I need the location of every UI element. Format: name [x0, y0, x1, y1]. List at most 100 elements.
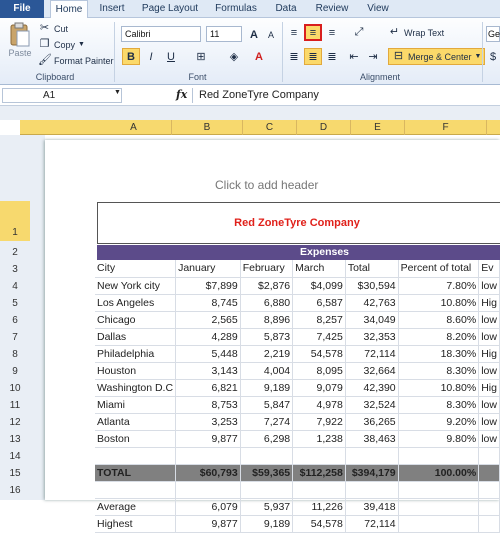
table-cell[interactable]: 54,578: [292, 345, 346, 363]
table-cell[interactable]: 3,253: [175, 413, 241, 431]
row-header[interactable]: 1: [0, 227, 30, 238]
table-cell[interactable]: 7,425: [292, 328, 346, 346]
copy-button[interactable]: ❐ Copy ▼: [38, 38, 85, 51]
table-cell[interactable]: $60,793: [175, 464, 241, 482]
table-cell[interactable]: [478, 515, 500, 533]
center-button[interactable]: ≣: [304, 48, 322, 65]
table-cell[interactable]: [95, 481, 177, 499]
table-cell[interactable]: [398, 515, 480, 533]
table-cell[interactable]: [292, 481, 346, 499]
table-cell[interactable]: 8.30%: [398, 362, 480, 380]
table-cell[interactable]: low: [478, 277, 500, 295]
table-cell[interactable]: 7,274: [240, 413, 294, 431]
table-cell[interactable]: 8.60%: [398, 311, 480, 329]
merge-center-button[interactable]: ⊟ Merge & Center ▼: [388, 48, 486, 65]
top-align-button[interactable]: ≡: [285, 24, 303, 41]
table-cell[interactable]: 18.30%: [398, 345, 480, 363]
fill-color-button[interactable]: ◈: [225, 48, 243, 65]
row-header[interactable]: 7: [0, 332, 30, 343]
row-header[interactable]: 8: [0, 349, 30, 360]
table-cell[interactable]: 9,877: [175, 515, 241, 533]
paste-button[interactable]: Paste: [5, 22, 35, 68]
row-header[interactable]: 3: [0, 264, 30, 275]
wrap-text-button[interactable]: ↵ Wrap Text: [388, 26, 444, 39]
row-header[interactable]: 9: [0, 366, 30, 377]
table-cell[interactable]: low: [478, 362, 500, 380]
expenses-header[interactable]: Expenses: [97, 245, 500, 260]
formula-input[interactable]: Red ZoneTyre Company: [192, 88, 498, 103]
table-cell[interactable]: 100.00%: [398, 464, 480, 482]
column-header-f[interactable]: F: [405, 120, 487, 135]
table-cell[interactable]: 42,763: [345, 294, 399, 312]
table-cell[interactable]: 8.20%: [398, 328, 480, 346]
currency-button[interactable]: $: [486, 48, 500, 65]
column-header-a[interactable]: A: [96, 120, 172, 135]
table-cell[interactable]: 32,664: [345, 362, 399, 380]
table-cell[interactable]: New York city: [95, 277, 177, 295]
table-cell[interactable]: 9,189: [240, 379, 294, 397]
table-cell[interactable]: January: [175, 260, 241, 278]
table-cell[interactable]: Boston: [95, 430, 177, 448]
font-size-select[interactable]: 11: [206, 26, 242, 42]
table-cell[interactable]: low: [478, 311, 500, 329]
table-cell[interactable]: 8,257: [292, 311, 346, 329]
table-cell[interactable]: $2,876: [240, 277, 294, 295]
row-header[interactable]: 14: [0, 451, 30, 462]
title-cell[interactable]: Red ZoneTyre Company: [97, 202, 500, 244]
row-header[interactable]: 5: [0, 298, 30, 309]
fx-icon[interactable]: fx: [176, 88, 187, 101]
table-cell[interactable]: 8,095: [292, 362, 346, 380]
table-cell[interactable]: Los Angeles: [95, 294, 177, 312]
table-cell[interactable]: 9,189: [240, 515, 294, 533]
table-cell[interactable]: 9,079: [292, 379, 346, 397]
column-header-e[interactable]: E: [351, 120, 405, 135]
align-left-button[interactable]: ≣: [285, 48, 303, 65]
table-cell[interactable]: [240, 447, 294, 465]
column-header-c[interactable]: C: [243, 120, 297, 135]
cut-button[interactable]: ✂ Cut: [38, 22, 68, 35]
table-cell[interactable]: City: [95, 260, 177, 278]
table-cell[interactable]: 1,238: [292, 430, 346, 448]
table-cell[interactable]: low: [478, 396, 500, 414]
orientation-button[interactable]: ⤢: [350, 24, 368, 41]
table-cell[interactable]: Houston: [95, 362, 177, 380]
table-cell[interactable]: Philadelphia: [95, 345, 177, 363]
table-cell[interactable]: Atlanta: [95, 413, 177, 431]
table-cell[interactable]: 8,753: [175, 396, 241, 414]
table-cell[interactable]: 2,219: [240, 345, 294, 363]
table-cell[interactable]: Washington D.C: [95, 379, 177, 397]
table-cell[interactable]: 9.80%: [398, 430, 480, 448]
table-cell[interactable]: Miami: [95, 396, 177, 414]
table-cell[interactable]: 9,877: [175, 430, 241, 448]
row-header[interactable]: 2: [0, 247, 30, 258]
underline-button[interactable]: U: [162, 48, 180, 65]
table-cell[interactable]: [398, 498, 480, 516]
table-cell[interactable]: 7,922: [292, 413, 346, 431]
table-cell[interactable]: 6,880: [240, 294, 294, 312]
table-cell[interactable]: [478, 481, 500, 499]
header-placeholder[interactable]: Click to add header: [45, 178, 500, 192]
row-header[interactable]: 15: [0, 468, 30, 479]
tab-data[interactable]: Data: [268, 0, 304, 18]
row-header[interactable]: 10: [0, 383, 30, 394]
table-cell[interactable]: [398, 447, 480, 465]
table-cell[interactable]: 8,896: [240, 311, 294, 329]
table-cell[interactable]: $394,179: [345, 464, 399, 482]
tab-home[interactable]: Home: [50, 0, 88, 19]
table-cell[interactable]: 5,937: [240, 498, 294, 516]
align-right-button[interactable]: ≣: [323, 48, 341, 65]
row-header[interactable]: 12: [0, 417, 30, 428]
table-cell[interactable]: February: [240, 260, 294, 278]
table-cell[interactable]: 36,265: [345, 413, 399, 431]
table-cell[interactable]: 6,079: [175, 498, 241, 516]
tab-insert[interactable]: Insert: [92, 0, 132, 18]
table-cell[interactable]: [478, 447, 500, 465]
table-cell[interactable]: Hig: [478, 379, 500, 397]
row-header[interactable]: 4: [0, 281, 30, 292]
tab-review[interactable]: Review: [310, 0, 354, 18]
format-painter-button[interactable]: 🖌 Format Painter: [38, 54, 114, 67]
table-cell[interactable]: Hig: [478, 345, 500, 363]
font-color-button[interactable]: A: [250, 48, 268, 65]
font-name-select[interactable]: Calibri: [121, 26, 201, 42]
table-cell[interactable]: 4,004: [240, 362, 294, 380]
